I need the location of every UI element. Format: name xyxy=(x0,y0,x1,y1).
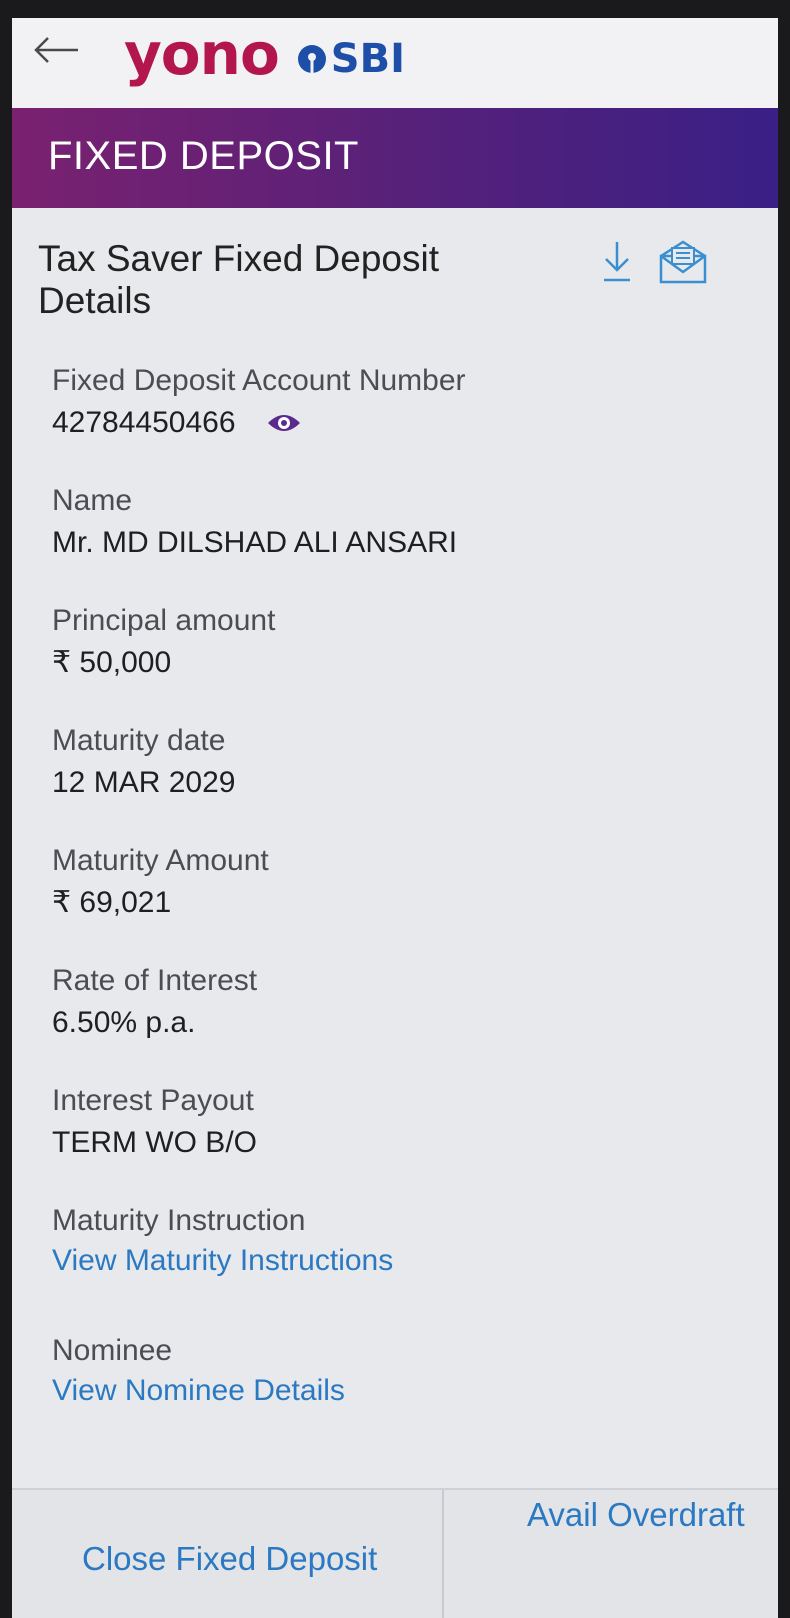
field-maturity-date: Maturity date 12 MAR 2029 xyxy=(52,723,235,801)
field-label: Maturity Instruction xyxy=(52,1204,306,1237)
field-nominee: Nominee View Nominee Details xyxy=(52,1333,345,1409)
eye-icon[interactable] xyxy=(266,411,302,435)
field-label: Fixed Deposit Account Number xyxy=(52,364,466,397)
avail-overdraft-button[interactable]: Avail Overdraft xyxy=(527,1496,745,1534)
download-icon[interactable] xyxy=(600,238,634,284)
field-value: TERM WO B/O xyxy=(52,1126,257,1159)
field-value: Mr. MD DILSHAD ALI ANSARI xyxy=(52,526,458,559)
back-arrow-icon[interactable] xyxy=(32,30,82,70)
page-header-band: FIXED DEPOSIT xyxy=(12,108,778,208)
view-nominee-details-link[interactable]: View Nominee Details xyxy=(52,1373,345,1409)
field-principal-amount: Principal amount ₹ 50,000 xyxy=(52,603,275,681)
deposit-details-card: Tax Saver Fixed Deposit Details Fixed De… xyxy=(12,208,778,1498)
top-app-bar: yono SBI xyxy=(12,18,778,108)
field-label: Maturity date xyxy=(52,724,226,757)
field-maturity-instruction: Maturity Instruction View Maturity Instr… xyxy=(52,1203,393,1279)
field-account-number: Fixed Deposit Account Number 42784450466 xyxy=(52,363,466,441)
field-label: Interest Payout xyxy=(52,1084,254,1117)
page-title: FIXED DEPOSIT xyxy=(48,134,359,178)
field-label: Principal amount xyxy=(52,604,276,637)
field-value: ₹ 50,000 xyxy=(52,646,172,679)
card-title: Tax Saver Fixed Deposit Details xyxy=(38,238,440,321)
close-fixed-deposit-button[interactable]: Close Fixed Deposit xyxy=(82,1540,377,1578)
field-value: 12 MAR 2029 xyxy=(52,766,236,799)
sbi-logo-icon xyxy=(297,45,326,73)
view-maturity-instructions-link[interactable]: View Maturity Instructions xyxy=(52,1243,393,1279)
field-interest-payout: Interest Payout TERM WO B/O xyxy=(52,1083,257,1161)
field-label: Rate of Interest xyxy=(52,964,258,997)
app-screen: yono SBI FIXED DEPOSIT Tax Saver Fixed D… xyxy=(12,18,778,1618)
field-label: Maturity Amount xyxy=(52,844,269,877)
yono-sbi-logo: yono SBI xyxy=(124,18,405,94)
email-icon[interactable] xyxy=(657,238,709,286)
field-name: Name Mr. MD DILSHAD ALI ANSARI xyxy=(52,483,457,561)
field-label: Name xyxy=(52,484,133,517)
logo-yono-text: yono xyxy=(124,20,280,88)
logo-sbi-text: SBI xyxy=(330,36,405,82)
action-divider xyxy=(442,1490,444,1618)
field-maturity-amount: Maturity Amount ₹ 69,021 xyxy=(52,843,269,921)
field-label: Nominee xyxy=(52,1334,173,1367)
field-value: ₹ 69,021 xyxy=(52,886,172,919)
bottom-action-bar: Close Fixed Deposit Avail Overdraft xyxy=(12,1488,778,1618)
field-rate-of-interest: Rate of Interest 6.50% p.a. xyxy=(52,963,257,1041)
account-number-value: 42784450466 xyxy=(52,406,236,439)
field-value: 42784450466 xyxy=(52,405,466,441)
field-value: 6.50% p.a. xyxy=(52,1006,196,1039)
